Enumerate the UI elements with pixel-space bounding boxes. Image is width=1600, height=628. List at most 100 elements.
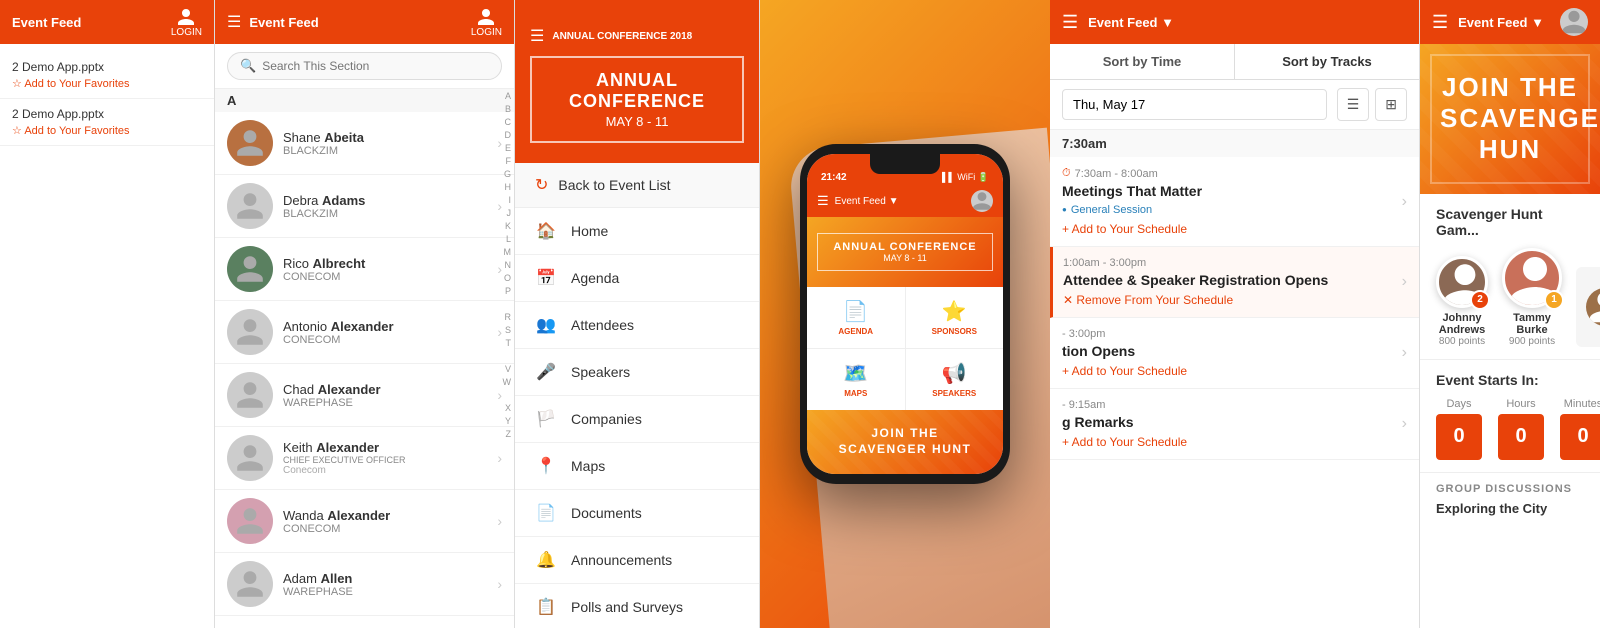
phone-grid-agenda[interactable]: 📄 AGENDA [807,287,905,348]
list-item[interactable]: Adam Allen Warephase › [215,553,514,616]
panel2-login[interactable]: LOGIN [471,7,502,38]
attendee-info: Antonio Alexander Conecom [283,319,497,346]
conference-title: ANNUAL CONFERENCE [544,70,730,112]
schedule-item[interactable]: - 9:15am g Remarks + Add to Your Schedul… [1050,389,1419,460]
attendee-company: Blackzim [283,208,497,220]
menu-label-speakers: Speakers [571,364,630,380]
player-avatar-2: 2 [1436,256,1488,308]
scavenger-banner-title: JOIN THE SCAVENGER HUN [1440,72,1580,166]
panel5-menu-icon[interactable]: ☰ [1062,12,1078,33]
date-select[interactable]: Thu, May 17 [1062,89,1327,120]
list-item[interactable]: Shane Abeita Blackzim › [215,112,514,175]
phone-avatar [971,190,993,212]
countdown-days: Days 0 [1436,398,1482,460]
schedule-title: Meetings That Matter [1062,183,1407,199]
schedule-item[interactable]: 1:00am - 3:00pm Attendee & Speaker Regis… [1050,247,1419,318]
player-card-3: Mae Slater Unranked Start Playing! CH... [1576,267,1600,347]
attendee-company: Conecom [283,334,497,346]
menu-item-speakers[interactable]: 🎤 Speakers [515,349,759,396]
phone-grid-maps[interactable]: 🗺️ MAPS [807,349,905,410]
clock-icon: ⏱ [1062,167,1071,180]
group-title[interactable]: Exploring the City [1436,501,1584,516]
attendee-info: Shane Abeita Blackzim [283,130,497,157]
phone-scavenger-banner[interactable]: JOIN THESCAVENGER HUNT [807,410,1003,473]
group-label: GROUP DISCUSSIONS [1436,483,1584,495]
phone-grid-sponsors[interactable]: ⭐ SPONSORS [906,287,1004,348]
hours-label: Hours [1506,398,1535,410]
back-to-event[interactable]: ↻ Back to Event List [515,163,759,208]
schedule-item[interactable]: - 3:00pm tion Opens + Add to Your Schedu… [1050,318,1419,389]
panel2-menu-icon[interactable]: ☰ [227,12,241,32]
avatar [227,498,273,544]
menu-item-documents[interactable]: 📄 Documents [515,490,759,537]
menu-item-attendees[interactable]: 👥 Attendees [515,302,759,349]
phone-grid-speakers[interactable]: 📢 SPEAKERS [906,349,1004,410]
menu-item-announcements[interactable]: 🔔 Announcements [515,537,759,584]
panel1-doc2-fav[interactable]: Add to Your Favorites [12,124,202,137]
menu-item-companies[interactable]: 🏳️ Companies [515,396,759,443]
add-to-schedule-btn[interactable]: + Add to Your Schedule [1062,222,1407,236]
sort-by-tracks-tab[interactable]: Sort by Tracks [1235,44,1419,79]
phone-conference-banner: ANNUAL CONFERENCE MAY 8 - 11 [807,217,1003,287]
menu-item-home[interactable]: 🏠 Home [515,208,759,255]
rank-badge-2: 2 [1470,290,1490,310]
phone-menu-icon[interactable]: ☰ [817,193,829,209]
list-item[interactable]: Keith Alexander CHIEF EXECUTIVE OFFICER … [215,427,514,490]
panel2-search-input[interactable] [262,59,489,73]
add-to-schedule-btn[interactable]: + Add to Your Schedule [1062,364,1407,378]
game-section-title: Scavenger Hunt Gam... [1436,206,1584,238]
menu-item-maps[interactable]: 📍 Maps [515,443,759,490]
remove-from-schedule-btn[interactable]: ✕ Remove From Your Schedule [1063,293,1407,307]
chevron-right-icon: › [497,450,502,466]
maps-icon: 🗺️ [843,361,868,386]
list-item[interactable]: Rico Albrecht Conecom › [215,238,514,301]
player-avatar-1: 1 [1502,248,1562,308]
attendee-name: Wanda Alexander [283,508,497,523]
menu-icon[interactable]: ☰ [530,26,544,46]
phone-scavenger-title: JOIN THESCAVENGER HUNT [817,426,993,457]
minutes-count: 0 [1560,414,1600,460]
event-feed-label: ANNUAL CONFERENCE 2018 [552,31,692,42]
panel1-doc-item1[interactable]: 2 Demo App.pptx Add to Your Favorites [0,52,214,99]
agenda-label: AGENDA [838,327,873,336]
announcements-icon: 🔔 [535,550,557,570]
schedule-item[interactable]: ⏱ 7:30am - 8:00am Meetings That Matter ●… [1050,157,1419,247]
panel5-title: Event Feed ▼ [1088,15,1174,30]
attendee-company: Blackzim [283,145,497,157]
panel6-menu-icon[interactable]: ☰ [1432,12,1448,33]
list-item[interactable]: Wanda Alexander Conecom › [215,490,514,553]
grid-view-btn[interactable]: ⊞ [1375,88,1407,121]
panel6-avatar [1560,8,1588,36]
panel6-title: Event Feed ▼ [1458,15,1544,30]
menu-item-polls[interactable]: 📋 Polls and Surveys [515,584,759,628]
attendee-info: Wanda Alexander Conecom [283,508,497,535]
panel-schedule: ☰ Event Feed ▼ Sort by Time Sort by Trac… [1050,0,1420,628]
view-toggle: ☰ ⊞ [1337,88,1407,121]
menu-item-agenda[interactable]: 📅 Agenda [515,255,759,302]
attendee-info: Chad Alexander Warephase [283,382,497,409]
attendee-name: Rico Albrecht [283,256,497,271]
attendee-company: Warephase [283,397,497,409]
list-view-btn[interactable]: ☰ [1337,88,1370,121]
list-item[interactable]: Antonio Alexander Conecom › [215,301,514,364]
menu-label-companies: Companies [571,411,642,427]
panel2-search-area: 🔍 [215,44,514,89]
add-to-schedule-btn[interactable]: + Add to Your Schedule [1062,435,1407,449]
list-item[interactable]: Chad Alexander Warephase › [215,364,514,427]
maps-icon: 📍 [535,456,557,476]
panel1-doc1-fav[interactable]: Add to Your Favorites [12,77,202,90]
panel1-doc-item2[interactable]: 2 Demo App.pptx Add to Your Favorites [0,99,214,146]
panel2-header: ☰ Event Feed LOGIN [215,0,514,44]
panel1-doc1-name: 2 Demo App.pptx [12,60,202,74]
sort-by-time-tab[interactable]: Sort by Time [1050,44,1235,79]
list-item[interactable]: Debra Adams Blackzim › [215,175,514,238]
attendee-info: Adam Allen Warephase [283,571,497,598]
date-row: Thu, May 17 ☰ ⊞ [1050,80,1419,130]
group-discussions-section: GROUP DISCUSSIONS Exploring the City [1420,473,1600,526]
sponsors-icon: ⭐ [942,299,967,324]
player-name-1: Tammy Burke [1502,312,1562,336]
player3-avatar [1586,288,1600,326]
chevron-right-icon: › [497,387,502,403]
panel1-login[interactable]: LOGIN [171,7,202,38]
panel2-alpha-bar: A B C D E F G H I J K L M N O P R S T V … [503,90,515,441]
